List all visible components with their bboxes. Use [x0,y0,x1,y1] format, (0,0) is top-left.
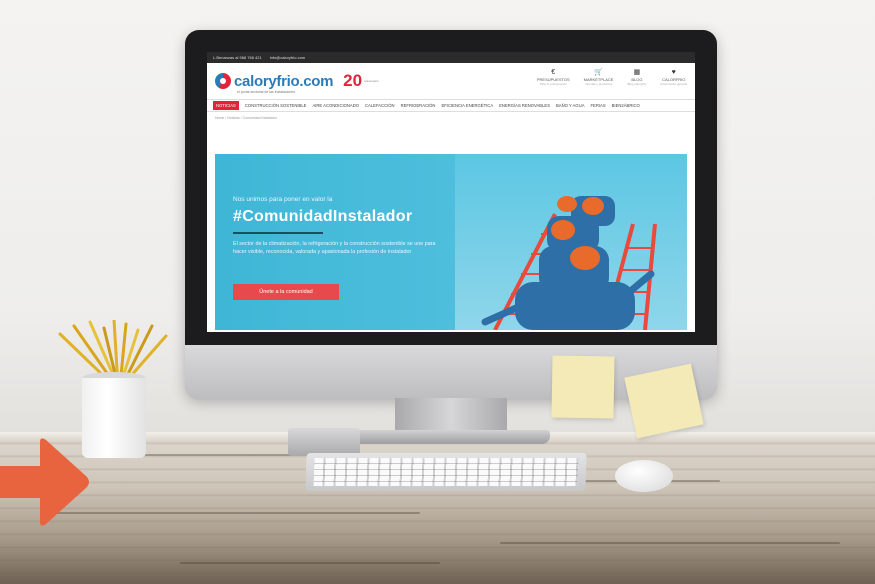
site-topbar: L.Benanzas al 968 766 421 info@caloryfri… [207,52,695,63]
keyboard [305,453,587,491]
heart-icon: ♥ [671,69,676,76]
sticky-note [624,363,704,439]
arrow-right-icon [0,438,89,526]
hero-intro: Nos unimos para poner en valor la [233,196,333,203]
hero-description: El sector de la climatización, la refrig… [233,241,436,255]
header-nav-blog[interactable]: ▦ BLOG Blog caloryfrio [627,69,646,86]
header-nav-presupuestos[interactable]: € PRESUPUESTOS Pide tu presupuesto [537,69,570,86]
anniversary-label: aniversario [364,79,379,83]
breadcrumb[interactable]: Home / Noticias / Comunidad Instalador [207,112,695,124]
nav-item-renovables[interactable]: ENERGÍAS RENOVABLES [499,103,550,108]
nav-item-refrigeracion[interactable]: REFRIGERACIÓN [401,103,436,108]
join-community-button[interactable]: Únete a la comunidad [233,284,339,300]
header-nav-sub: Tiendas y productos [585,82,613,86]
blog-icon: ▦ [633,69,641,76]
nav-item-aire[interactable]: AIRE ACONDICIONADO [312,103,359,108]
anniversary-badge: 20 [343,71,363,90]
nav-item-calefaccion[interactable]: CALEFACCIÓN [365,103,395,108]
wood-grain [40,512,420,514]
pencil-cup [82,378,146,458]
header-nav-calorfrio[interactable]: ♥ CALORFRIO Información general [660,69,687,86]
main-nav: NOTICIAS CONSTRUCCIÓN SOSTENIBLE AIRE AC… [207,99,695,112]
keyboard-keys [313,458,579,486]
header-nav-sub: Pide tu presupuesto [539,82,567,86]
usb-hub [288,428,360,456]
hero-title: #ComunidadInstalador [233,208,413,225]
nav-item-ferias[interactable]: FERIAS [591,103,606,108]
header-nav-marketplace[interactable]: 🛒 MARKETPLACE Tiendas y productos [584,69,614,86]
hero-divider [233,232,323,234]
mouse [615,460,673,492]
site-logo[interactable]: caloryfrio.com [234,73,333,90]
header-nav-sub: Información general [660,82,687,86]
hero-banner: Nos unimos para poner en valor la #Comun… [215,154,687,330]
topbar-phone[interactable]: L.Benanzas al 968 766 421 [213,55,262,60]
nav-item-eficiencia[interactable]: EFICIENCIA ENERGÉTICA [441,103,493,108]
nav-item-bano[interactable]: BAÑO Y AGUA [556,103,584,108]
sticky-note [551,355,615,419]
logo-tagline: el portal sectorial de las instalaciones [237,90,295,94]
site-header: caloryfrio.com el portal sectorial de la… [207,63,695,99]
workers-photo [455,154,687,330]
nav-item-noticias[interactable]: NOTICIAS [213,101,239,110]
header-nav-sub: Blog caloryfrio [627,82,647,86]
nav-item-construccion[interactable]: CONSTRUCCIÓN SOSTENIBLE [245,103,307,108]
topbar-email[interactable]: info@caloryfrio.com [270,55,305,60]
logo-icon[interactable] [215,73,231,89]
euro-icon: € [551,69,556,76]
header-nav: € PRESUPUESTOS Pide tu presupuesto 🛒 MAR… [537,69,687,86]
wood-grain [500,542,840,544]
cart-icon: 🛒 [594,69,603,76]
photo-scene: L.Benanzas al 968 766 421 info@caloryfri… [0,0,875,584]
monitor-screen: L.Benanzas al 968 766 421 info@caloryfri… [207,52,695,332]
monitor-foot [352,430,550,444]
wood-grain [180,562,440,564]
nav-item-bienfabrico[interactable]: BIEN2ÁBRICO [612,103,640,108]
